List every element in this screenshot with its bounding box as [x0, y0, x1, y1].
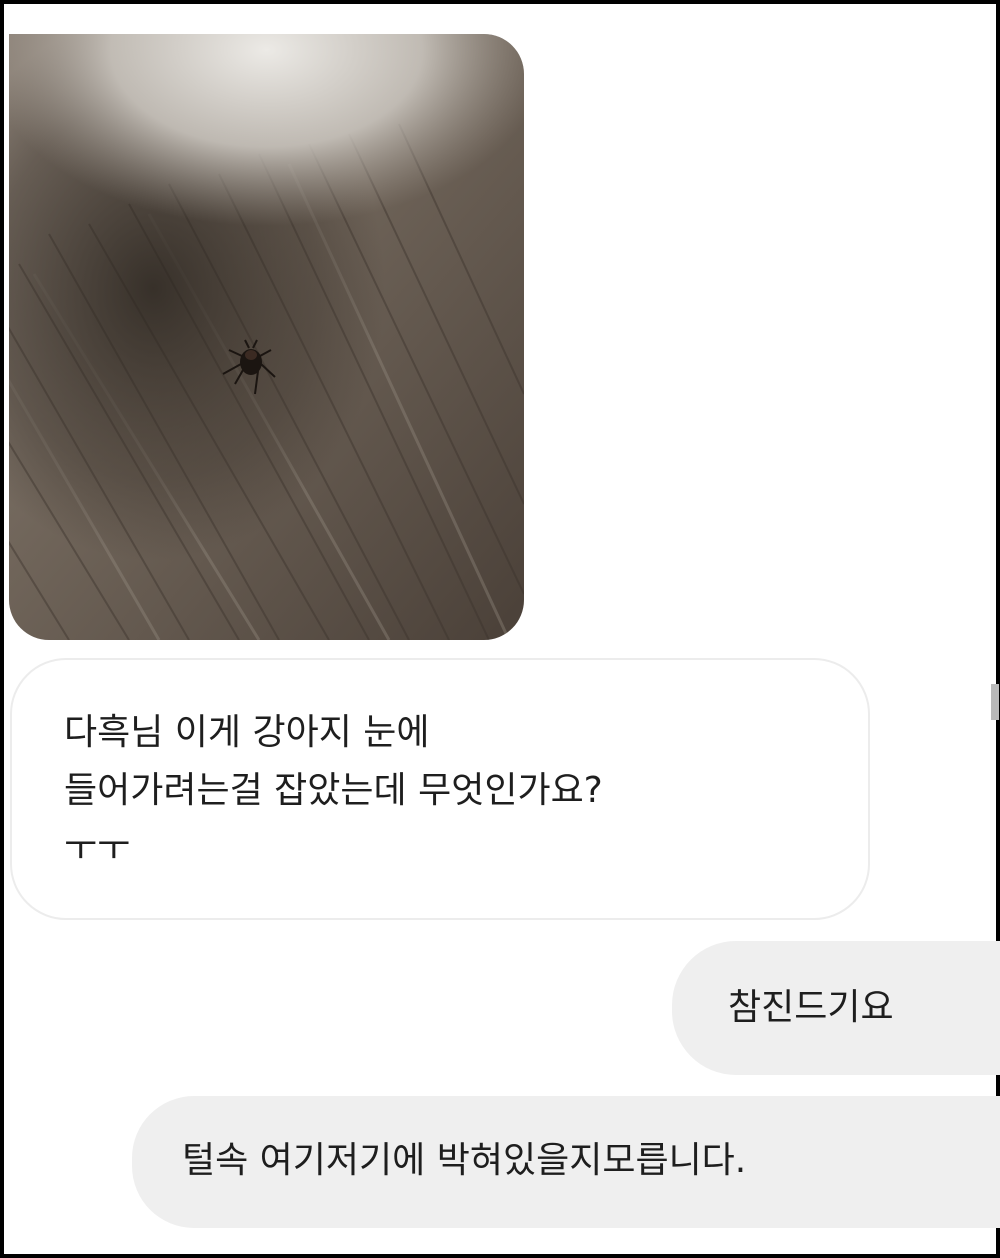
message-text: 털속 여기저기에 박혀있을지모릅니다.: [182, 1140, 747, 1181]
sent-message-bubble: 털속 여기저기에 박혀있을지모릅니다.: [132, 1096, 1000, 1228]
message-line: 들어가려는걸 잡았는데 무엇인가요?: [64, 770, 603, 811]
tick-photo-image: [9, 34, 524, 640]
message-text: 참진드기요: [728, 987, 894, 1028]
received-message-bubble: 다흑님 이게 강아지 눈에 들어가려는걸 잡았는데 무엇인가요? ㅜㅜ: [10, 658, 870, 920]
screenshot-frame: 다흑님 이게 강아지 눈에 들어가려는걸 잡았는데 무엇인가요? ㅜㅜ 참진드기…: [0, 0, 1000, 1258]
attached-photo[interactable]: [9, 34, 524, 640]
message-line: ㅜㅜ: [64, 828, 131, 869]
sent-message-bubble: 참진드기요: [672, 941, 1000, 1075]
message-line: 다흑님 이게 강아지 눈에: [64, 712, 430, 753]
scrollbar-thumb[interactable]: [991, 684, 999, 720]
